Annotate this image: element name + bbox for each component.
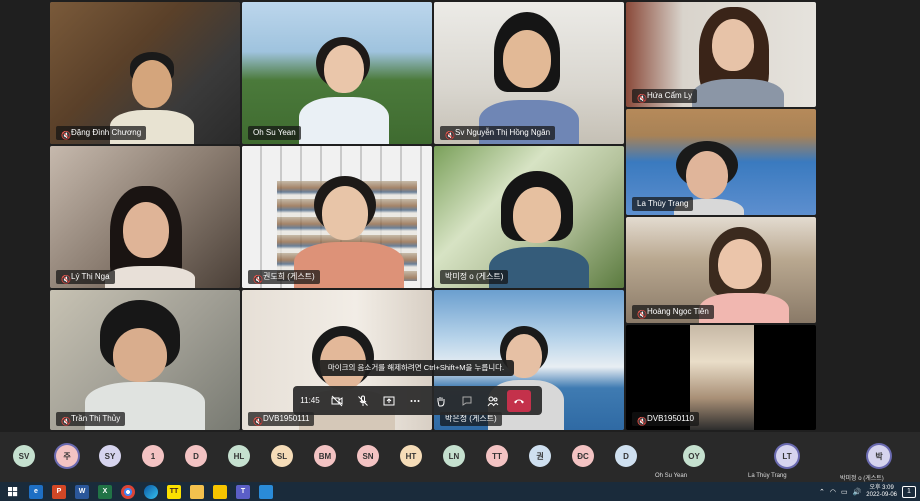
mic-off-icon: 🔇 — [253, 417, 263, 426]
participant-avatar[interactable]: ĐC — [572, 445, 594, 467]
participant-name-tag: 🔇 Lý Thị Nga — [56, 270, 115, 284]
participant-avatar[interactable]: SY — [99, 445, 121, 467]
participant-name-tag: 🔇 권도희 (게스트) — [248, 270, 320, 284]
mic-off-icon: 🔇 — [61, 275, 71, 284]
participant-avatar-named[interactable]: LT — [776, 445, 798, 467]
participant-avatar-label: Oh Su Yean — [655, 473, 688, 479]
excel-icon[interactable]: X — [98, 484, 112, 499]
teams-icon[interactable]: T — [236, 484, 250, 499]
participant-avatar[interactable]: SV — [13, 445, 35, 467]
participant-avatar-named[interactable]: 박 — [868, 445, 890, 467]
leave-call-button[interactable] — [507, 389, 531, 412]
participant-name-tag: 🔇 Hứa Cẩm Ly — [632, 89, 698, 103]
chevron-up-icon[interactable]: ⌃ — [819, 488, 825, 496]
participant-name-tag: 🔇 Trần Thị Thủy — [56, 412, 126, 426]
participant-avatar[interactable]: HL — [228, 445, 250, 467]
camera-off-icon — [331, 395, 343, 406]
video-tile[interactable]: La Thùy Trang — [626, 109, 816, 215]
video-tile[interactable]: 🔇 Hứa Cẩm Ly — [626, 2, 816, 107]
file-explorer-icon[interactable] — [190, 484, 204, 499]
participant-name-tag: 🔇 Sv Nguyễn Thị Hồng Ngân — [440, 126, 556, 140]
more-icon — [410, 399, 420, 402]
meeting-timer: 11:45 — [300, 396, 320, 405]
hand-icon — [437, 396, 445, 406]
mic-toggle-button[interactable] — [351, 390, 375, 412]
mic-off-icon: 🔇 — [253, 275, 263, 284]
mic-off-icon: 🔇 — [61, 417, 71, 426]
participant-avatar[interactable]: HT — [400, 445, 422, 467]
edge-icon[interactable] — [144, 484, 158, 499]
participant-avatar-named[interactable]: OY — [683, 445, 705, 467]
chat-button[interactable] — [455, 390, 479, 412]
participant-avatar-label: 박미정 o (게스트) — [840, 476, 884, 482]
mic-off-icon: 🔇 — [637, 310, 647, 319]
participant-avatar[interactable]: 1 — [142, 445, 164, 467]
word-icon[interactable]: W — [75, 484, 89, 499]
mic-off-icon: 🔇 — [637, 94, 647, 103]
video-tile[interactable]: 🔇 Hoàng Ngọc Tiên — [626, 217, 816, 323]
system-clock[interactable]: 오후 3:09 2022-09-06 — [866, 485, 897, 499]
video-tile[interactable]: 🔇 DVB1950110 — [626, 325, 816, 430]
system-tray: ⌃ ◠ ▭ 🔊 오후 3:09 2022-09-06 1 — [819, 482, 920, 501]
start-menu-button[interactable] — [6, 485, 20, 499]
participant-avatar[interactable]: BM — [314, 445, 336, 467]
video-tile[interactable]: 🔇 Lý Thị Nga — [50, 146, 240, 288]
video-tile[interactable]: 🔇 권도희 (게스트) — [242, 146, 432, 288]
video-tile[interactable]: 🔇 Sv Nguyễn Thị Hồng Ngân — [434, 2, 624, 144]
raise-hand-button[interactable] — [429, 390, 453, 412]
participant-avatar[interactable]: SN — [357, 445, 379, 467]
sticky-app-icon[interactable] — [213, 484, 227, 499]
kakaotalk-icon[interactable]: TT — [167, 484, 181, 499]
share-screen-icon — [383, 396, 395, 405]
teams-meeting-window: 🔇 Đặng Đình Chương Oh Su Yean 🔇 Sv Nguyễn … — [0, 0, 920, 501]
chat-icon — [462, 396, 472, 406]
participant-avatar-strip: SV 주 SY 1 D HL SL BM SN HT LN TT 권 ĐC D … — [0, 432, 920, 482]
participant-name-tag: 🔇 DVB1950110 — [632, 412, 699, 426]
windows-taskbar: e P W X TT T ⌃ ◠ ▭ 🔊 오후 3:09 2022-09-06 … — [0, 482, 920, 501]
participant-avatar[interactable]: 주 — [56, 445, 78, 467]
volume-icon[interactable]: 🔊 — [853, 488, 862, 496]
wifi-icon[interactable]: ◠ — [830, 488, 836, 496]
video-tile[interactable]: Oh Su Yean — [242, 2, 432, 144]
windows-logo-icon — [8, 486, 18, 496]
battery-icon[interactable]: ▭ — [841, 488, 848, 496]
participant-avatar[interactable]: D — [615, 445, 637, 467]
participants-button[interactable] — [481, 390, 505, 412]
share-screen-button[interactable] — [377, 390, 401, 412]
app-icon[interactable] — [259, 484, 273, 499]
video-tile[interactable]: 🔇 Trần Thị Thủy — [50, 290, 240, 430]
unmute-shortcut-tooltip: 마이크의 음소거를 해제하려면 Ctrl+Shift+M을 누릅니다. — [318, 360, 514, 376]
participant-name-tag: Oh Su Yean — [248, 126, 301, 140]
notification-center-button[interactable]: 1 — [902, 485, 916, 498]
meeting-controls-bar: 11:45 — [293, 386, 542, 415]
mic-off-icon: 🔇 — [445, 131, 455, 140]
participant-avatar-label: La Thùy Trang — [748, 473, 787, 479]
participant-name-tag: 🔇 Đặng Đình Chương — [56, 126, 147, 140]
video-tile[interactable]: 박미정 o (게스트) — [434, 146, 624, 288]
hang-up-icon — [514, 399, 524, 403]
video-tile[interactable]: 🔇 Đặng Đình Chương — [50, 2, 240, 144]
participant-name-tag: La Thùy Trang — [632, 197, 694, 211]
camera-toggle-button[interactable] — [325, 390, 349, 412]
participant-avatar[interactable]: D — [185, 445, 207, 467]
more-options-button[interactable] — [403, 390, 427, 412]
participant-avatar[interactable]: SL — [271, 445, 293, 467]
mic-off-icon — [358, 395, 368, 406]
participant-name-tag: 박미정 o (게스트) — [440, 270, 509, 284]
powerpoint-icon[interactable]: P — [52, 484, 66, 499]
participant-avatar[interactable]: TT — [486, 445, 508, 467]
mic-off-icon: 🔇 — [61, 131, 71, 140]
participant-name-tag: 🔇 Hoàng Ngọc Tiên — [632, 305, 714, 319]
chrome-icon[interactable] — [121, 484, 135, 499]
edge-legacy-icon[interactable]: e — [29, 484, 43, 499]
mic-off-icon: 🔇 — [637, 417, 647, 426]
people-icon — [487, 396, 499, 406]
participant-avatar[interactable]: 권 — [529, 445, 551, 467]
participant-avatar[interactable]: LN — [443, 445, 465, 467]
